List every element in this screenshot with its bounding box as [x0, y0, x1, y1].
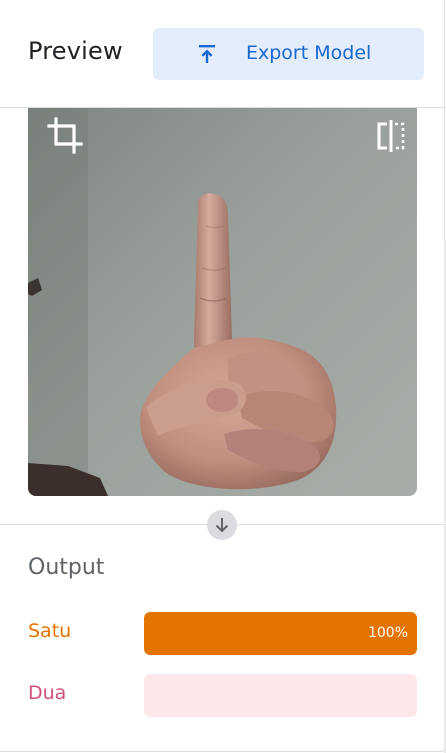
preview-header: Preview Export Model: [0, 0, 444, 108]
confidence-value: 100%: [367, 625, 408, 641]
confidence-bar: [144, 674, 417, 717]
output-title: Output: [28, 555, 105, 580]
arrow-down-icon: [207, 510, 237, 540]
export-model-button[interactable]: Export Model: [153, 28, 424, 80]
webcam-image: [28, 108, 417, 496]
panel-title: Preview: [28, 37, 123, 65]
preview-panel: Preview Export Model Output Satu 100% Du…: [0, 0, 445, 752]
webcam-preview: [28, 108, 417, 496]
class-label: Dua: [28, 682, 67, 704]
class-label: Satu: [28, 620, 72, 642]
export-model-label: Export Model: [246, 42, 372, 64]
confidence-bar: 100%: [144, 612, 417, 655]
upload-icon: [199, 45, 215, 63]
crop-icon[interactable]: [46, 116, 86, 156]
flip-icon[interactable]: [374, 116, 410, 156]
